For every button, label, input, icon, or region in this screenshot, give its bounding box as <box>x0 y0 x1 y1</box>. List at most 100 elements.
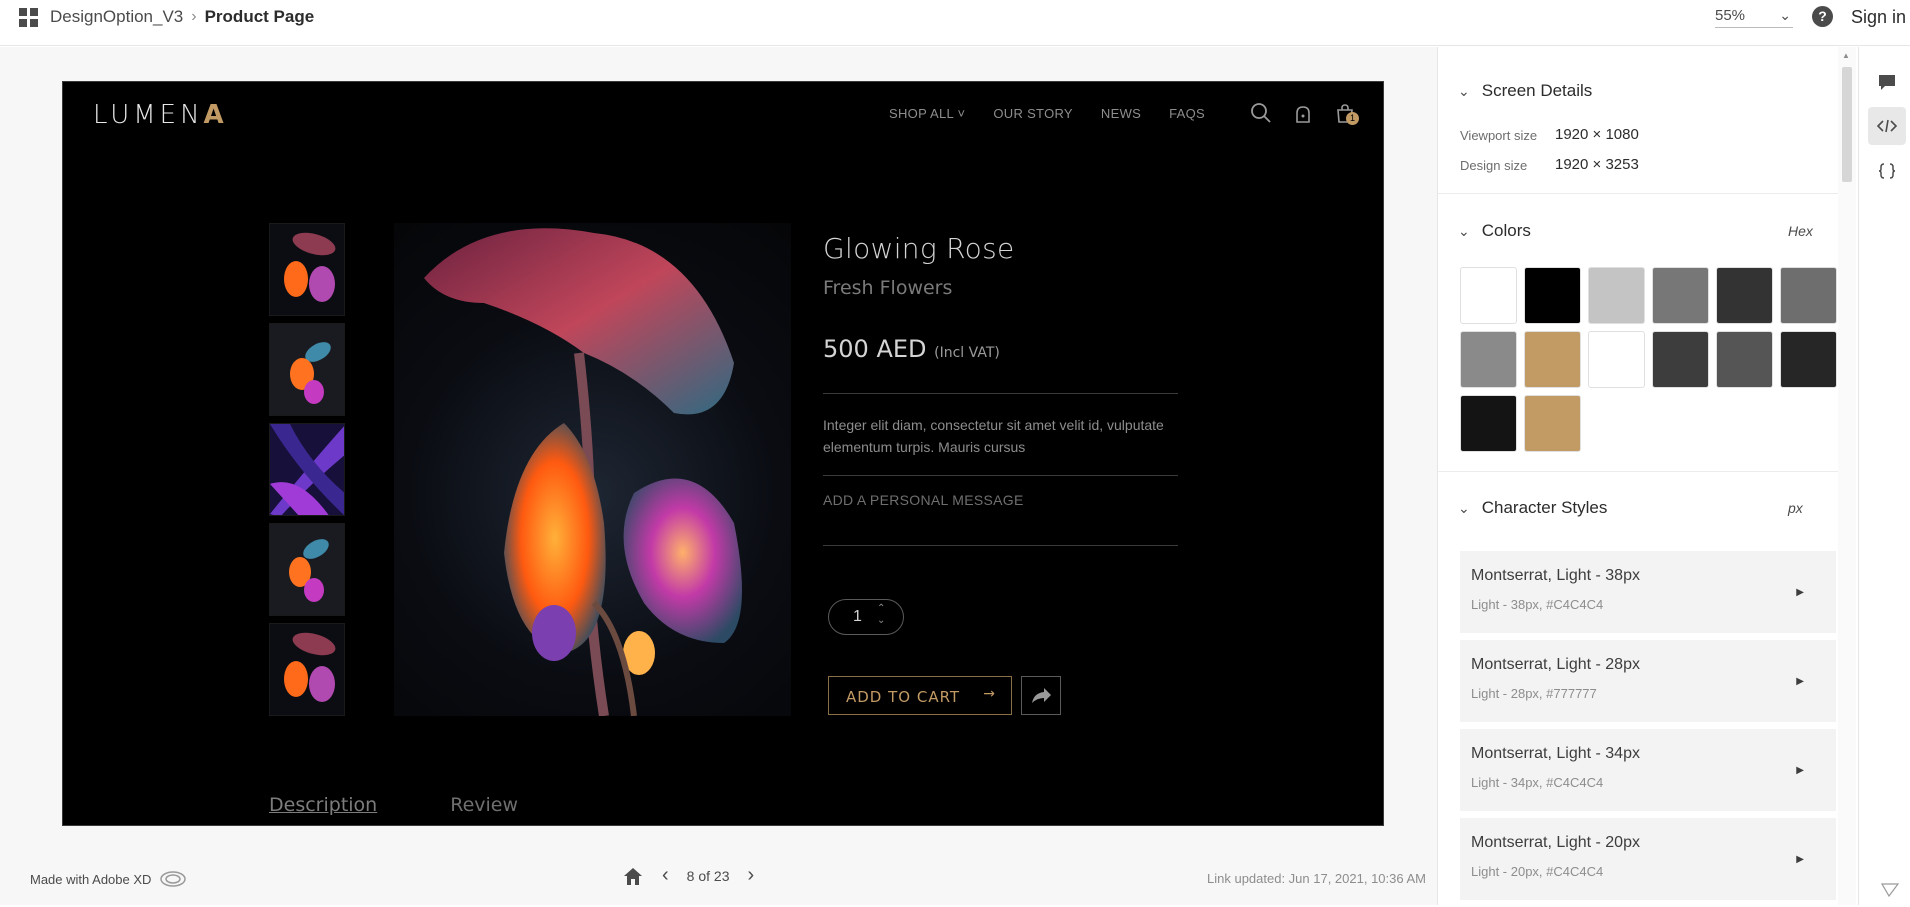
caret-right-icon: ▶ <box>1796 765 1804 776</box>
personal-message-field[interactable]: ADD A PERSONAL MESSAGE <box>823 492 1178 508</box>
style-detail: Light - 38px, #C4C4C4 <box>1471 597 1604 612</box>
color-swatch[interactable] <box>1460 395 1517 452</box>
color-swatch[interactable] <box>1716 331 1773 388</box>
color-swatch[interactable] <box>1652 331 1709 388</box>
color-swatch[interactable] <box>1460 267 1517 324</box>
json-button[interactable] <box>1868 152 1906 190</box>
scrollbar-thumb[interactable] <box>1842 67 1852 182</box>
add-to-cart-label: ADD TO CART <box>846 688 961 706</box>
price-value: 500 AED <box>823 335 927 363</box>
home-icon[interactable] <box>622 866 644 886</box>
stepper-arrows-icon[interactable]: ⌃ ⌄ <box>877 603 885 627</box>
color-swatch[interactable] <box>1524 267 1581 324</box>
inspect-button[interactable] <box>1868 107 1906 145</box>
style-name: Montserrat, Light - 28px <box>1471 656 1640 673</box>
previous-screen-icon[interactable]: ‹ <box>662 864 669 887</box>
color-swatch[interactable] <box>1460 331 1517 388</box>
nav-icons: 1 <box>1250 102 1359 125</box>
thumbnail[interactable] <box>269 523 345 616</box>
color-swatch[interactable] <box>1780 267 1837 324</box>
divider <box>823 545 1178 546</box>
thumbnail[interactable] <box>269 623 345 716</box>
character-style-item[interactable]: Montserrat, Light - 34px Light - 34px, #… <box>1460 729 1836 811</box>
style-name: Montserrat, Light - 20px <box>1471 834 1640 851</box>
viewport-size-label: Viewport size <box>1460 128 1538 143</box>
thumbnail[interactable] <box>269 323 345 416</box>
screen-details-header[interactable]: ⌄ Screen Details <box>1458 81 1592 101</box>
help-icon[interactable]: ? <box>1812 6 1833 27</box>
divider <box>823 475 1178 476</box>
color-format-toggle[interactable]: Hex <box>1788 223 1813 239</box>
product-title: Glowing Rose <box>823 232 1015 265</box>
tab-description[interactable]: Description <box>269 794 377 816</box>
screen-pager: ‹ 8 of 23 › <box>622 864 754 887</box>
design-size-label: Design size <box>1460 158 1528 173</box>
screen-details-title: Screen Details <box>1481 81 1593 100</box>
design-size: Design size 1920 × 3253 <box>1460 156 1639 173</box>
color-swatch[interactable] <box>1652 267 1709 324</box>
panel-scrollbar[interactable]: ▲ <box>1838 47 1856 905</box>
page-counter: 8 of 23 <box>686 867 730 884</box>
character-style-item[interactable]: Montserrat, Light - 28px Light - 28px, #… <box>1460 640 1836 722</box>
user-icon[interactable] <box>1292 102 1314 124</box>
caret-right-icon: ▶ <box>1796 854 1804 865</box>
site-nav: SHOP ALL ˅ OUR STORY NEWS FAQS <box>889 106 1205 121</box>
product-subtitle: Fresh Flowers <box>823 277 953 299</box>
cart-icon[interactable]: 1 <box>1334 102 1359 125</box>
caret-right-icon: ▶ <box>1796 676 1804 687</box>
quantity-stepper[interactable]: 1 ⌃ ⌄ <box>828 599 904 635</box>
quantity-value: 1 <box>853 608 862 625</box>
zoom-select[interactable]: 55% ⌄ <box>1715 4 1793 28</box>
product-tabs: Description Review <box>269 794 518 816</box>
price-note: (Incl VAT) <box>934 345 1000 361</box>
cart-count-badge: 1 <box>1346 112 1359 125</box>
color-swatch[interactable] <box>1588 267 1645 324</box>
nav-our-story[interactable]: OUR STORY <box>993 106 1073 121</box>
feedback-icon[interactable] <box>1880 883 1900 902</box>
unit-toggle[interactable]: px <box>1788 500 1803 516</box>
colors-header[interactable]: ⌄ Colors <box>1458 221 1531 241</box>
divider <box>1438 193 1838 194</box>
color-swatch[interactable] <box>1524 331 1581 388</box>
style-detail: Light - 28px, #777777 <box>1471 686 1597 701</box>
product-description: Integer elit diam, consectetur sit amet … <box>823 417 1164 455</box>
color-swatch[interactable] <box>1588 331 1645 388</box>
next-screen-icon[interactable]: › <box>748 864 755 887</box>
style-name: Montserrat, Light - 38px <box>1471 567 1640 584</box>
nav-news[interactable]: NEWS <box>1101 106 1141 121</box>
character-style-item[interactable]: Montserrat, Light - 20px Light - 20px, #… <box>1460 818 1836 900</box>
share-icon <box>1032 688 1051 703</box>
nav-shop-all[interactable]: SHOP ALL ˅ <box>889 106 965 121</box>
made-with-label: Made with Adobe XD <box>30 871 152 887</box>
design-size-value: 1920 × 3253 <box>1555 156 1639 173</box>
caret-right-icon: ▶ <box>1796 587 1804 598</box>
footer-bar: Made with Adobe XD ‹ 8 of 23 › Link upda… <box>0 855 1437 905</box>
thumbnail[interactable] <box>269 423 345 516</box>
character-styles-header[interactable]: ⌄ Character Styles <box>1458 498 1607 518</box>
comments-button[interactable] <box>1868 63 1906 101</box>
sign-in-link[interactable]: Sign in <box>1851 7 1906 28</box>
character-style-item[interactable]: Montserrat, Light - 38px Light - 38px, #… <box>1460 551 1836 633</box>
zoom-value: 55% <box>1715 7 1746 24</box>
scroll-up-icon[interactable]: ▲ <box>1842 51 1850 60</box>
thumbnail-list <box>269 223 345 723</box>
share-button[interactable] <box>1021 676 1061 715</box>
nav-shop-all-label: SHOP ALL <box>889 106 954 121</box>
tab-review[interactable]: Review <box>450 794 518 816</box>
nav-faqs[interactable]: FAQS <box>1169 106 1205 121</box>
color-swatch[interactable] <box>1524 395 1581 452</box>
breadcrumb-project[interactable]: DesignOption_V3 <box>50 7 183 27</box>
color-swatch[interactable] <box>1716 267 1773 324</box>
thumbnail[interactable] <box>269 223 345 316</box>
brand-logo[interactable]: LUMENA <box>93 100 228 130</box>
divider <box>823 393 1178 394</box>
color-swatch[interactable] <box>1780 331 1837 388</box>
app-grid-icon[interactable] <box>19 8 38 27</box>
search-icon[interactable] <box>1250 102 1272 124</box>
add-to-cart-button[interactable]: ADD TO CART → <box>828 676 1012 715</box>
breadcrumb: DesignOption_V3 › Product Page <box>50 7 314 27</box>
creative-cloud-icon <box>160 871 187 887</box>
viewport-size: Viewport size 1920 × 1080 <box>1460 126 1639 143</box>
preview-canvas: LUMENA SHOP ALL ˅ OUR STORY NEWS FAQS 1 <box>0 47 1437 905</box>
chevron-down-icon: ⌄ <box>1779 7 1791 23</box>
